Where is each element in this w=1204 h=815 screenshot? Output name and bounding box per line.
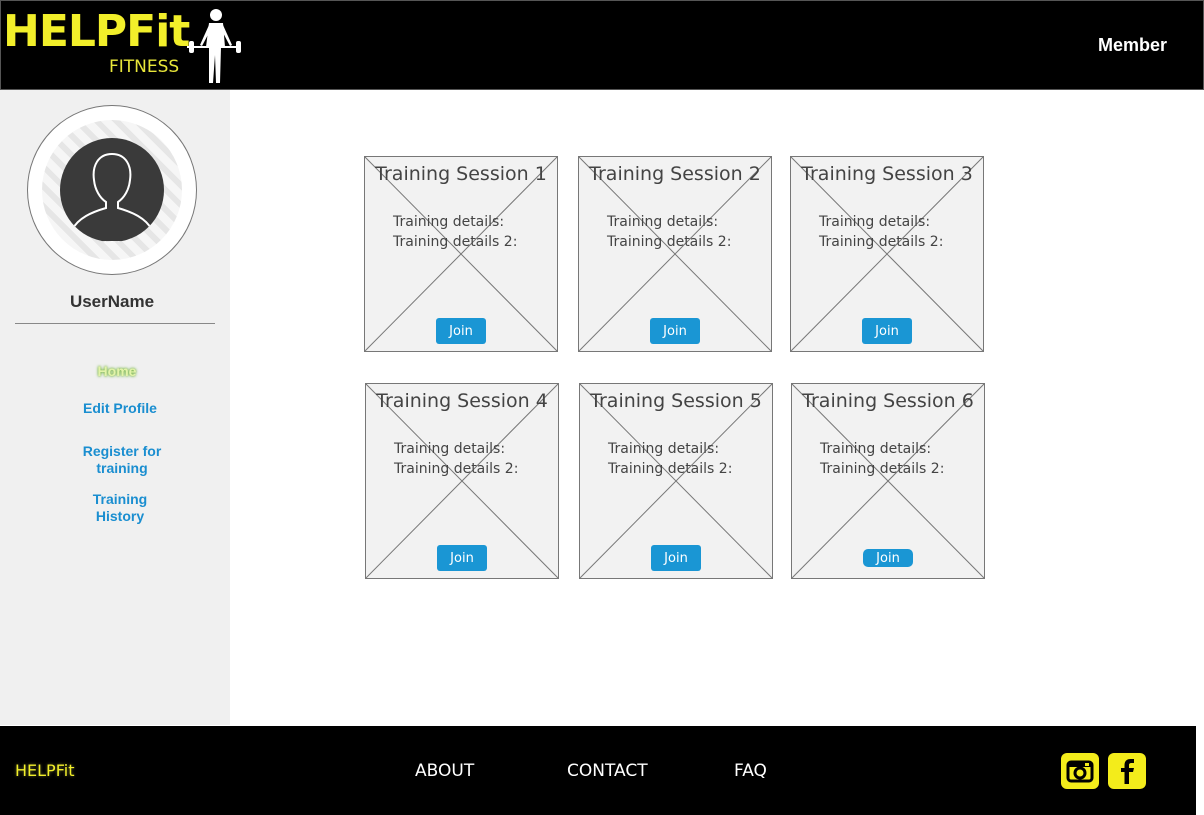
user-silhouette-icon bbox=[60, 138, 164, 242]
facebook-f-icon bbox=[1121, 759, 1134, 784]
join-button[interactable]: Join bbox=[863, 549, 913, 567]
footer-bar: HELPFit ABOUT CONTACT FAQ bbox=[0, 726, 1196, 815]
sidebar-item-edit-profile[interactable]: Edit Profile bbox=[20, 400, 220, 417]
facebook-icon[interactable] bbox=[1108, 753, 1146, 789]
sidebar-item-register-training[interactable]: Register for training bbox=[22, 443, 222, 477]
session-title: Training Session 1 bbox=[375, 163, 547, 185]
session-detail: Training details: bbox=[608, 441, 720, 457]
join-button[interactable]: Join bbox=[651, 545, 701, 571]
session-detail-2: Training details 2: bbox=[394, 461, 519, 477]
session-card-2: Training Session 2 Training details: Tra… bbox=[578, 156, 772, 352]
session-title: Training Session 3 bbox=[801, 163, 973, 185]
logo-subtitle: FITNESS bbox=[109, 57, 180, 77]
helpfit-logo[interactable]: HELPFit FITNESS bbox=[3, 7, 243, 85]
sidebar-item-label: Register for bbox=[82, 443, 162, 459]
sidebar-item-training-history[interactable]: Training History bbox=[20, 491, 220, 525]
join-button[interactable]: Join bbox=[436, 318, 486, 344]
session-card-5: Training Session 5 Training details: Tra… bbox=[579, 383, 773, 579]
session-title: Training Session 4 bbox=[376, 390, 548, 412]
session-detail: Training details: bbox=[607, 214, 719, 230]
session-detail-2: Training details 2: bbox=[607, 234, 732, 250]
sidebar-divider bbox=[15, 323, 215, 324]
footer-link-faq[interactable]: FAQ bbox=[734, 761, 767, 781]
instagram-icon[interactable] bbox=[1061, 753, 1099, 789]
join-button[interactable]: Join bbox=[862, 318, 912, 344]
sidebar-item-label: Training bbox=[92, 491, 148, 507]
session-card-4: Training Session 4 Training details: Tra… bbox=[365, 383, 559, 579]
sidebar: UserName Home Edit Profile Register for … bbox=[0, 90, 230, 725]
session-detail: Training details: bbox=[819, 214, 931, 230]
session-detail: Training details: bbox=[394, 441, 506, 457]
session-title: Training Session 2 bbox=[589, 163, 761, 185]
session-detail-2: Training details 2: bbox=[608, 461, 733, 477]
person-icon bbox=[71, 152, 153, 242]
sidebar-item-label: History bbox=[95, 508, 145, 524]
session-title: Training Session 6 bbox=[802, 390, 974, 412]
camera-icon bbox=[1066, 760, 1094, 783]
user-role-label[interactable]: Member bbox=[1098, 35, 1167, 56]
footer-link-contact[interactable]: CONTACT bbox=[567, 761, 648, 781]
username-label: UserName bbox=[69, 292, 155, 311]
session-detail-2: Training details 2: bbox=[820, 461, 945, 477]
session-detail: Training details: bbox=[820, 441, 932, 457]
footer-brand[interactable]: HELPFit bbox=[15, 761, 74, 780]
join-button[interactable]: Join bbox=[650, 318, 700, 344]
session-card-1: Training Session 1 Training details: Tra… bbox=[364, 156, 558, 352]
join-button[interactable]: Join bbox=[437, 545, 487, 571]
weightlifter-icon bbox=[187, 9, 241, 83]
sidebar-item-home[interactable]: Home bbox=[17, 363, 217, 380]
header-bar: HELPFit FITNESS Member bbox=[0, 0, 1204, 90]
session-card-6: Training Session 6 Training details: Tra… bbox=[791, 383, 985, 579]
session-detail: Training details: bbox=[393, 214, 505, 230]
session-detail-2: Training details 2: bbox=[393, 234, 518, 250]
sidebar-item-label: training bbox=[96, 460, 148, 476]
session-card-3: Training Session 3 Training details: Tra… bbox=[790, 156, 984, 352]
logo-wordmark: HELPFit bbox=[3, 6, 190, 57]
footer-link-about[interactable]: ABOUT bbox=[415, 761, 474, 781]
session-detail-2: Training details 2: bbox=[819, 234, 944, 250]
session-title: Training Session 5 bbox=[590, 390, 762, 412]
avatar[interactable] bbox=[27, 105, 197, 275]
